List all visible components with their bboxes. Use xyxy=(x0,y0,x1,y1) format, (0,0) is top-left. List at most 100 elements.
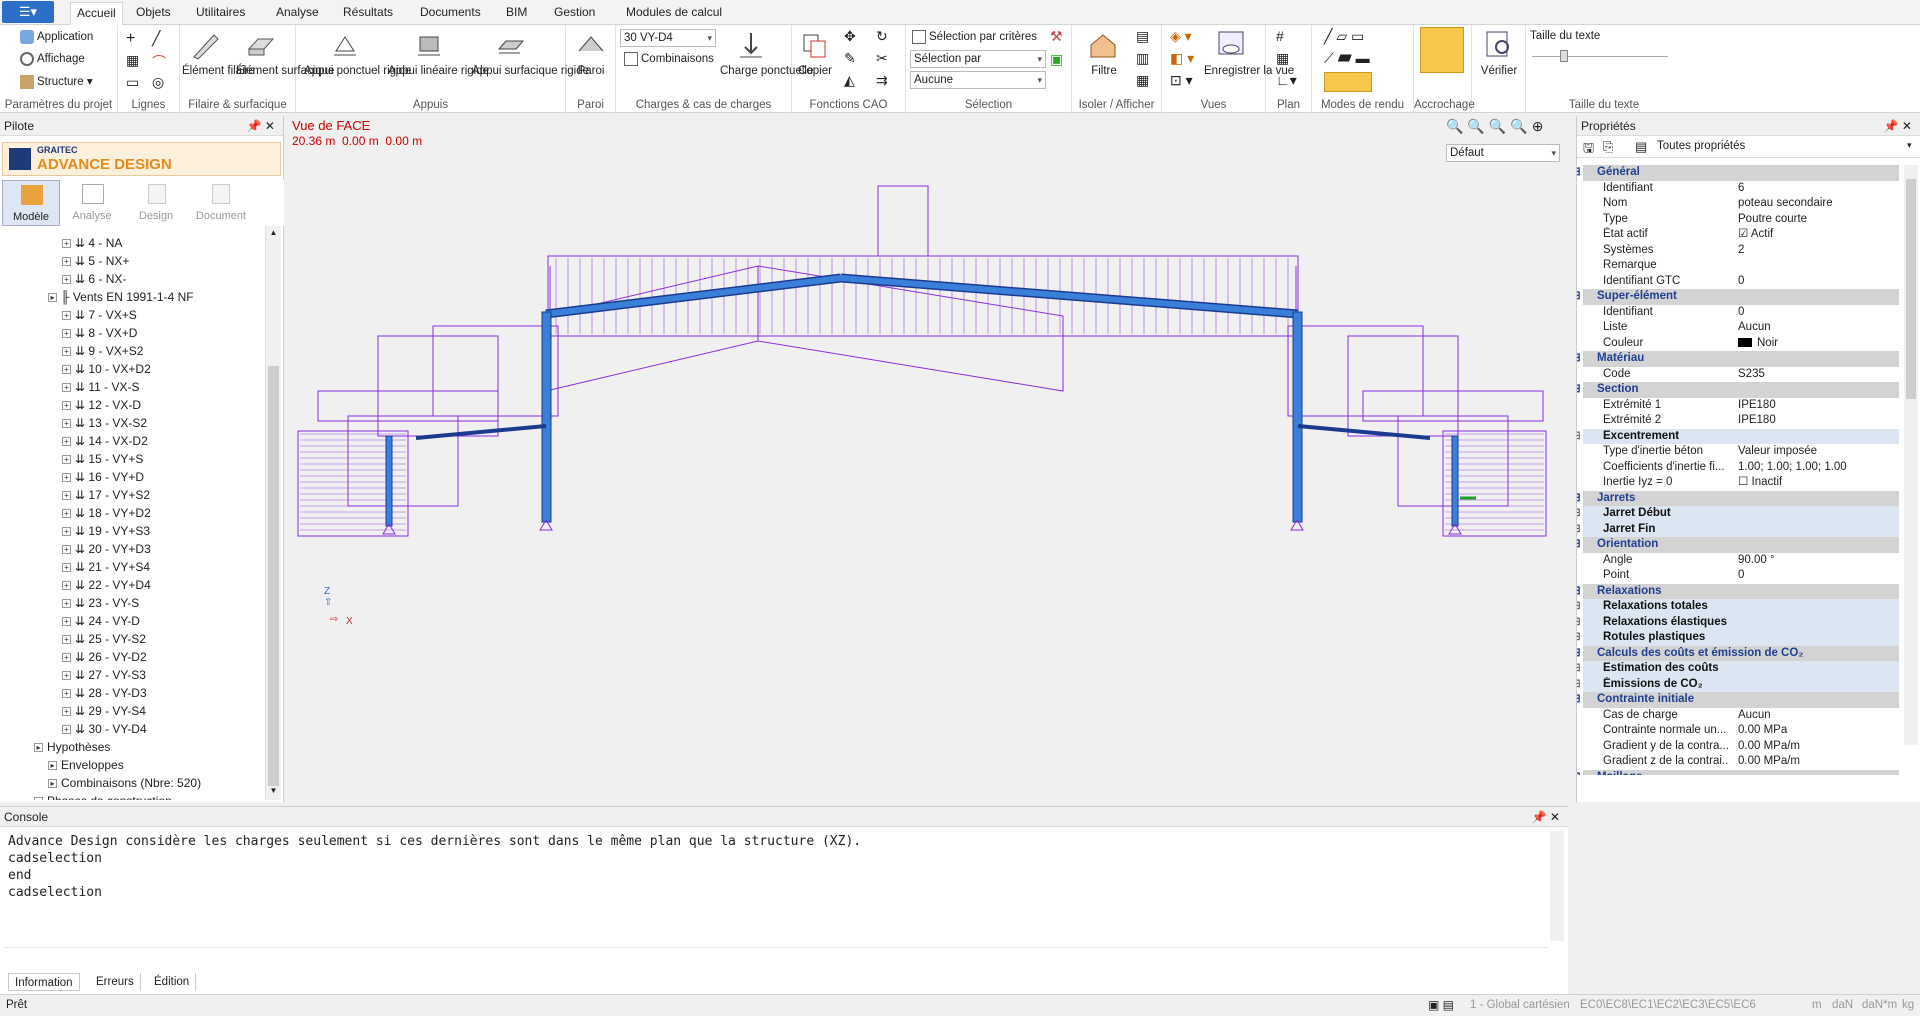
property-row[interactable]: Point 0 xyxy=(1583,568,1899,584)
collapse-icon[interactable]: ⊟ xyxy=(1577,491,1581,507)
expand-icon[interactable]: + xyxy=(62,257,71,267)
tree-node[interactable]: ▸ Enveloppes xyxy=(48,756,124,774)
collapse-icon[interactable]: ⊟ xyxy=(1577,599,1581,615)
appui-surfacique-button[interactable]: Appui surfacique rigide xyxy=(472,65,589,78)
expand-icon[interactable]: + xyxy=(62,707,71,717)
collapse-icon[interactable]: ⊟ xyxy=(1577,382,1581,398)
property-value[interactable]: Valeur imposée xyxy=(1735,444,1899,460)
property-row[interactable]: ⊟ Rotules plastiques xyxy=(1577,630,1899,646)
render-mode-active[interactable] xyxy=(1324,72,1372,92)
copier-button[interactable]: Copier xyxy=(792,65,838,78)
property-value[interactable]: Aucun xyxy=(1735,708,1899,724)
expand-icon[interactable]: + xyxy=(62,437,71,447)
property-row[interactable]: Cas de charge Aucun xyxy=(1583,708,1899,724)
selection-filter-dropdown[interactable]: Aucune xyxy=(910,71,1046,89)
property-value[interactable]: IPE180 xyxy=(1735,413,1899,429)
show-all-icon[interactable]: ▦ xyxy=(1136,72,1149,89)
property-row[interactable]: Type d'inertie béton Valeur imposée xyxy=(1583,444,1899,460)
property-value[interactable]: 0 xyxy=(1735,568,1899,584)
selection-criteres-button[interactable]: Sélection par critères xyxy=(912,30,1037,44)
property-row[interactable]: ⊟ Estimation des coûts xyxy=(1577,661,1899,677)
property-section[interactable]: ⊟ Contrainte initiale xyxy=(1577,692,1899,708)
expand-icon[interactable]: + xyxy=(62,311,71,321)
tree-node[interactable]: + ⇊ 10 - VX+D2 xyxy=(62,360,151,378)
view-icon[interactable]: ◈ ▾ xyxy=(1170,28,1192,45)
property-row[interactable]: ⊟ Jarret Fin xyxy=(1577,521,1899,537)
property-row[interactable]: Liste Aucun xyxy=(1583,320,1899,336)
property-section[interactable]: ⊟ Super-élément xyxy=(1577,289,1899,305)
property-section[interactable]: ⊟ Section xyxy=(1577,382,1899,398)
stretch-icon[interactable]: ✎ xyxy=(844,50,856,67)
tree-node[interactable]: + ⇊ 23 - VY-S xyxy=(62,594,139,612)
property-row[interactable]: État actif ☑ Actif xyxy=(1583,227,1899,243)
view-cube-icon[interactable]: ◧ ▾ xyxy=(1170,50,1194,67)
checkbox-icon[interactable]: ☐ xyxy=(1738,476,1752,488)
tree-node[interactable]: + ⇊ 29 - VY-S4 xyxy=(62,702,146,720)
expand-icon[interactable]: + xyxy=(62,671,71,681)
tree-node[interactable]: + ⇊ 15 - VY+S xyxy=(62,450,143,468)
selection-tool-icon[interactable]: ⚒ xyxy=(1050,28,1063,45)
tab-gestion[interactable]: Gestion xyxy=(548,4,601,25)
rotate-icon[interactable]: ↻ xyxy=(876,28,888,45)
collapse-icon[interactable]: ⊟ xyxy=(1577,646,1581,662)
tree-node[interactable]: + ⇊ 18 - VY+D2 xyxy=(62,504,151,522)
property-value[interactable]: S235 xyxy=(1735,367,1899,383)
filtre-button[interactable]: Filtre xyxy=(1076,65,1132,78)
point-tool-icon[interactable]: + xyxy=(126,30,135,48)
collapse-icon[interactable]: ⊟ xyxy=(1577,351,1581,367)
selection-par-dropdown[interactable]: Sélection par xyxy=(910,50,1046,68)
tree-node[interactable]: + ⇊ 7 - VX+S xyxy=(62,306,137,324)
tree-node[interactable]: + ⇊ 19 - VY+S3 xyxy=(62,522,150,540)
expand-icon[interactable]: + xyxy=(62,689,71,699)
property-value[interactable]: 0.00 MPa/m xyxy=(1735,739,1899,755)
expand-icon[interactable]: + xyxy=(62,275,71,285)
tab-analyse[interactable]: Analyse xyxy=(270,4,325,25)
properties-scrollbar[interactable] xyxy=(1904,165,1918,745)
tab-accueil[interactable]: Accueil xyxy=(70,2,123,26)
chevron-down-icon[interactable]: ▾ xyxy=(1907,140,1912,151)
property-row[interactable]: Nom poteau secondaire xyxy=(1583,196,1899,212)
scroll-down-icon[interactable]: ▼ xyxy=(267,786,280,798)
tree-node[interactable]: + ⇊ 13 - VX-S2 xyxy=(62,414,147,432)
properties-filter-dropdown[interactable]: Toutes propriétés xyxy=(1657,140,1745,152)
expand-icon[interactable]: + xyxy=(62,329,71,339)
expand-icon[interactable]: + xyxy=(62,491,71,501)
property-value[interactable]: Aucun xyxy=(1735,320,1899,336)
tree-node[interactable]: + ⇊ 24 - VY-D xyxy=(62,612,140,630)
expand-icon[interactable]: ▸ xyxy=(48,779,57,789)
plan-icon[interactable]: ▦ xyxy=(1276,50,1289,67)
property-value[interactable]: IPE180 xyxy=(1735,398,1899,414)
trim-icon[interactable]: ✂ xyxy=(876,50,888,67)
property-row[interactable]: Code S235 xyxy=(1583,367,1899,383)
collapse-icon[interactable]: ⊟ xyxy=(1577,289,1581,305)
property-section[interactable]: ⊟ Calculs des coûts et émission de CO₂ xyxy=(1577,645,1899,661)
unit-force[interactable]: daN xyxy=(1832,995,1853,1015)
tree-node[interactable]: + ⇊ 27 - VY-S3 xyxy=(62,666,146,684)
expand-icon[interactable]: ▸ xyxy=(48,761,57,771)
pin-close-icons[interactable]: 📌 ✕ xyxy=(1884,116,1912,136)
charge-ponctuelle-button[interactable]: Charge ponctuelle xyxy=(720,65,813,78)
expand-icon[interactable]: + xyxy=(62,401,71,411)
enregistrer-vue-button[interactable]: Enregistrer la vue xyxy=(1204,65,1294,78)
circle-tool-icon[interactable]: ◎ xyxy=(152,74,164,91)
unit-length[interactable]: m xyxy=(1812,995,1822,1015)
collapse-icon[interactable]: ⊟ xyxy=(1577,630,1581,646)
tree-node[interactable]: ▸ Combinaisons (Nbre: 520) xyxy=(48,774,201,792)
hide-icon[interactable]: ▥ xyxy=(1136,50,1149,67)
scroll-thumb[interactable] xyxy=(1906,179,1916,399)
tree-node[interactable]: + ⇊ 17 - VY+S2 xyxy=(62,486,150,504)
grid-tool-icon[interactable]: ▦ xyxy=(126,52,139,69)
affichage-button[interactable]: Affichage xyxy=(20,52,85,66)
console-hscroll[interactable] xyxy=(4,947,1548,961)
shaded-icon[interactable]: ⟋ ▰ ▬ xyxy=(1324,50,1370,67)
property-row[interactable]: Contrainte normale un... 0.00 MPa xyxy=(1583,723,1899,739)
property-row[interactable]: ⊟ Jarret Début xyxy=(1577,506,1899,522)
collapse-icon[interactable]: ⊟ xyxy=(1577,770,1581,776)
tree-node[interactable]: + ⇊ 4 - NA xyxy=(62,234,122,252)
property-row[interactable]: ⊟ Relaxations totales xyxy=(1577,599,1899,615)
property-row[interactable]: Coefficients d'inertie fi... 1.00; 1.00; … xyxy=(1583,460,1899,476)
collapse-icon[interactable]: ⊟ xyxy=(1577,661,1581,677)
property-section[interactable]: ⊟ Relaxations xyxy=(1577,583,1899,599)
element-surfacique-button[interactable]: Élément surfacique xyxy=(236,65,334,78)
property-section[interactable]: ⊟ Matériau xyxy=(1577,351,1899,367)
